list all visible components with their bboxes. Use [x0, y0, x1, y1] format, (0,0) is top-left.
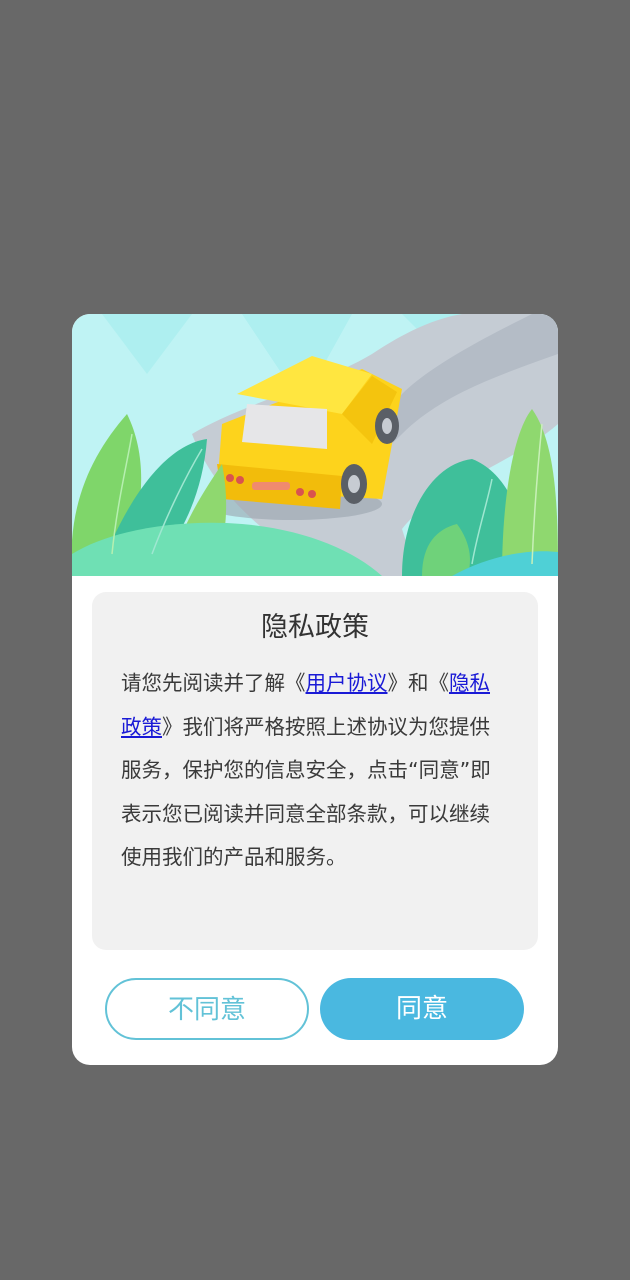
car-road-illustration [72, 314, 558, 576]
policy-content-box: 隐私政策 请您先阅读并了解《用户协议》和《隐私政策》我们将严格按照上述协议为您提… [92, 592, 538, 950]
dialog-title: 隐私政策 [261, 612, 369, 643]
user-agreement-link[interactable]: 用户协议 [306, 671, 388, 695]
disagree-button[interactable]: 不同意 [105, 978, 309, 1040]
body-text-part-3: 》我们将严格按照上述协议为您提供服务，保护您的信息安全，点击“同意”即表示您已阅… [121, 714, 491, 870]
body-text-part-2: 》和《 [387, 671, 450, 695]
privacy-dialog: 隐私政策 请您先阅读并了解《用户协议》和《隐私政策》我们将严格按照上述协议为您提… [72, 314, 558, 1065]
agree-button[interactable]: 同意 [320, 978, 524, 1040]
policy-body-text: 请您先阅读并了解《用户协议》和《隐私政策》我们将严格按照上述协议为您提供服务，保… [121, 662, 507, 880]
body-text-part-1: 请您先阅读并了解《 [121, 671, 306, 695]
